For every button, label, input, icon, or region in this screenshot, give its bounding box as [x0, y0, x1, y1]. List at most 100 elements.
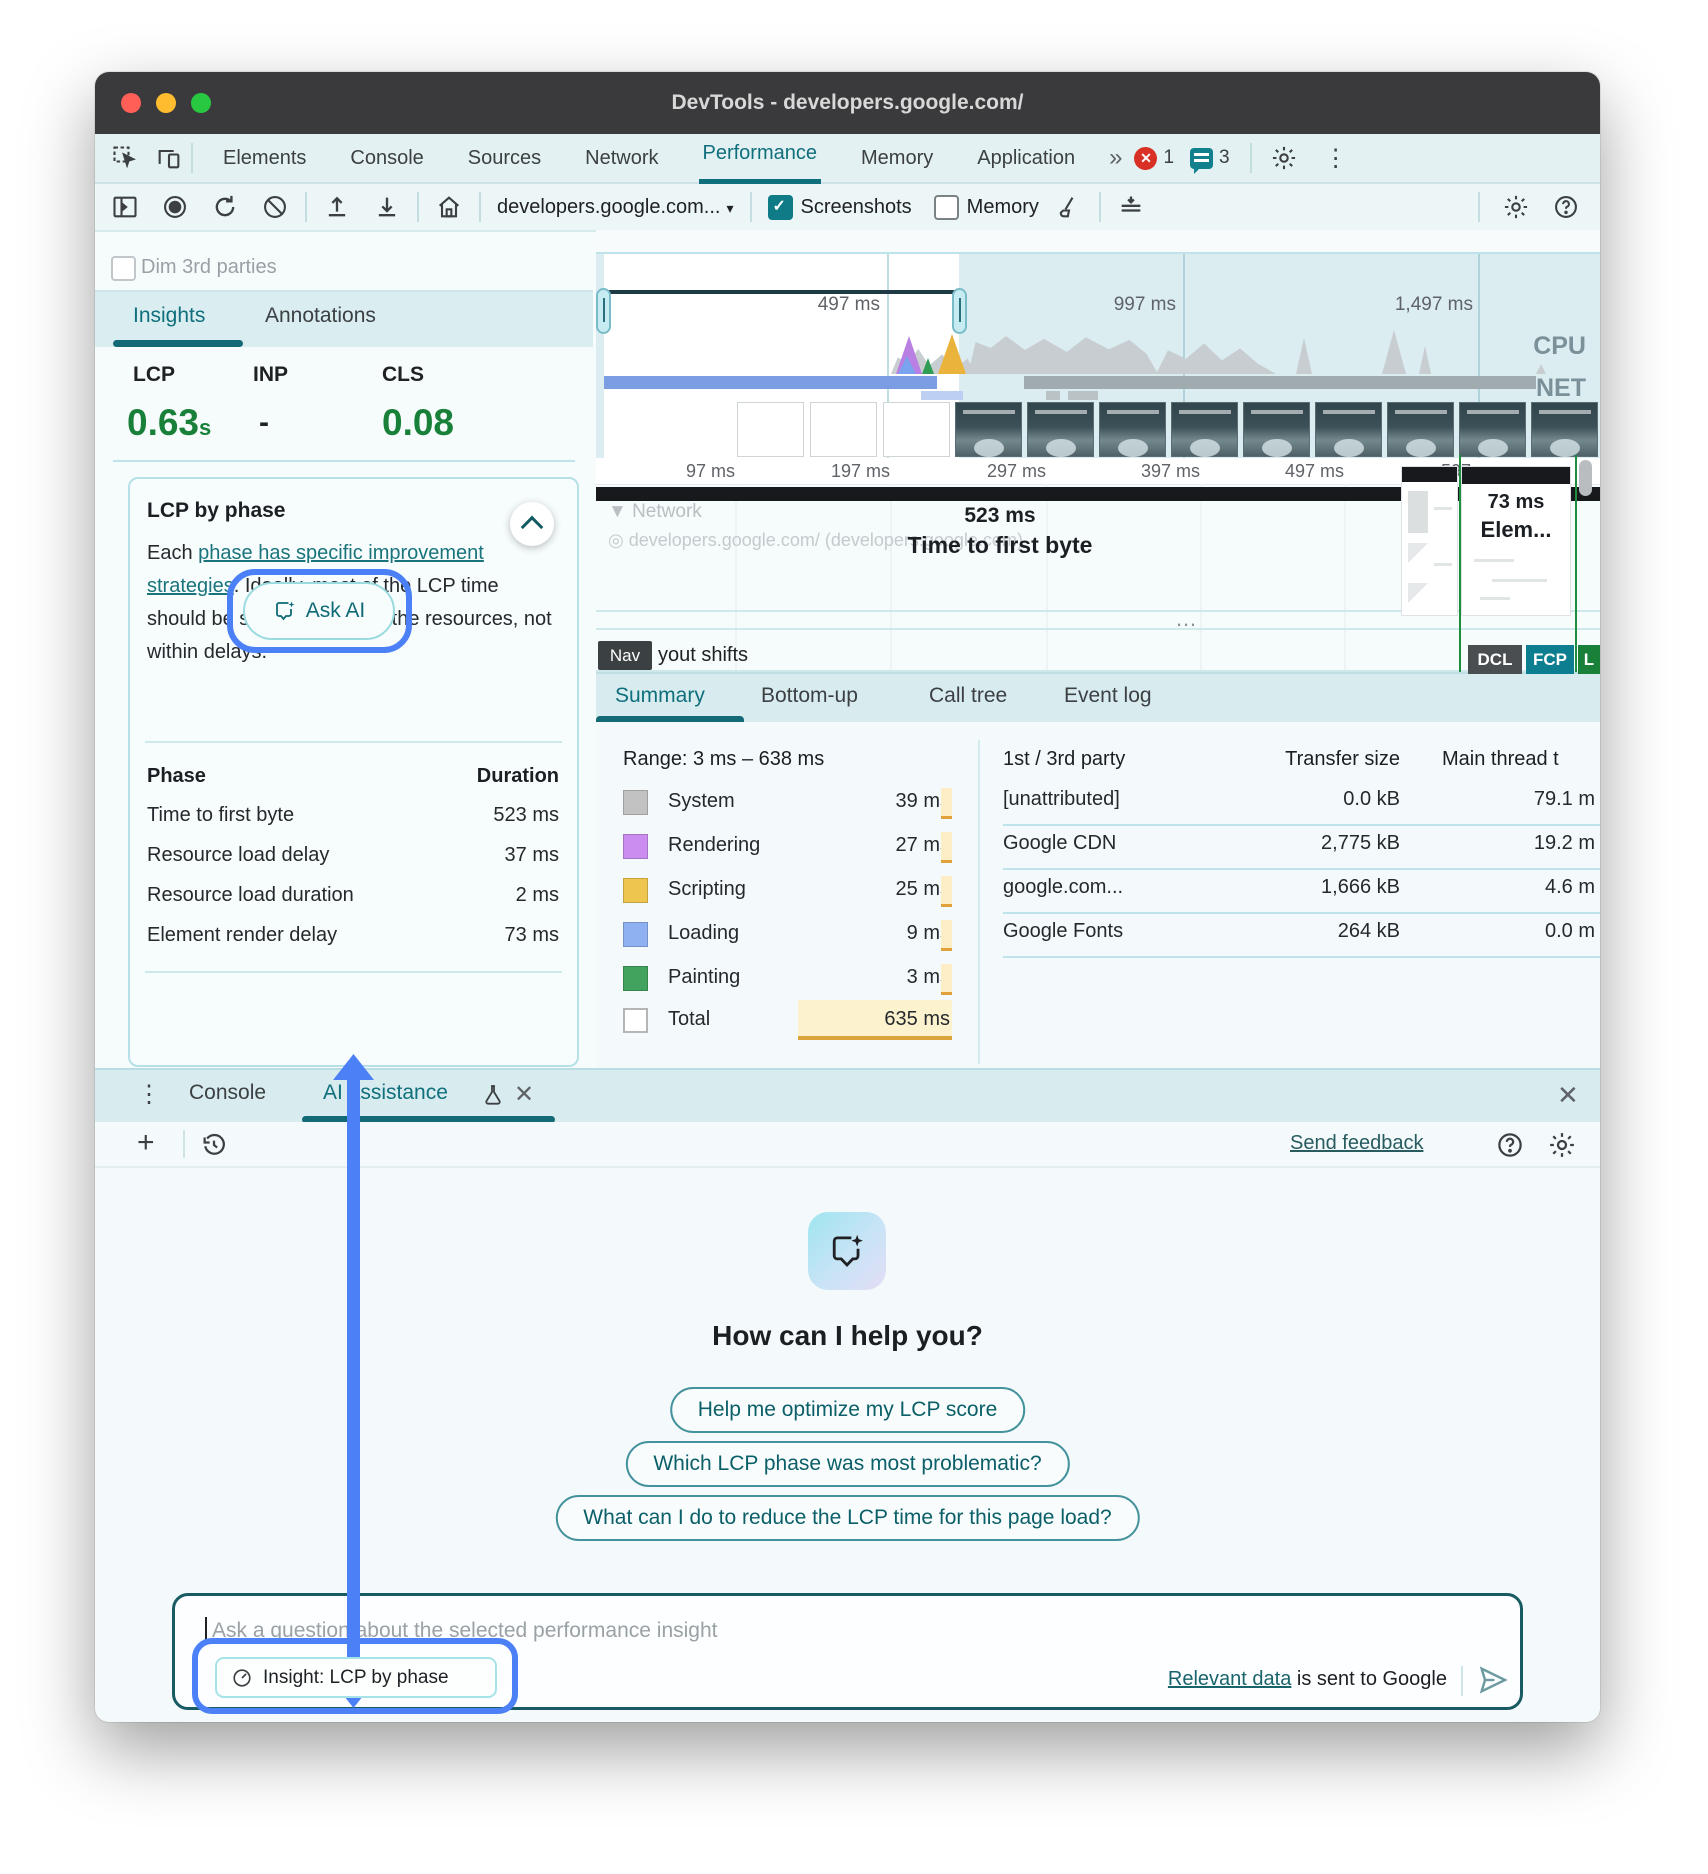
tab-performance[interactable]: Performance — [699, 133, 822, 184]
filmstrip-thumbnail[interactable] — [737, 402, 804, 457]
minimize-window-button[interactable] — [156, 93, 176, 113]
selection-right-handle[interactable] — [952, 288, 967, 334]
timeline-overview[interactable]: 497 ms 997 ms 1,497 ms C — [596, 252, 1600, 460]
relevant-data-link[interactable]: Relevant data — [1168, 1668, 1291, 1690]
new-chat-plus-icon[interactable]: + — [137, 1126, 155, 1160]
panel-settings-gear-icon[interactable] — [1502, 193, 1530, 221]
performance-toolbar: developers.google.com...▾ Screenshots Me… — [95, 184, 1600, 232]
layout-shifts-row-label[interactable]: yout shifts — [658, 644, 748, 667]
menu-dots-icon[interactable]: ⋮ — [1324, 144, 1348, 173]
tab-application[interactable]: Application — [973, 135, 1079, 181]
divider — [1461, 1666, 1463, 1696]
filmstrip-thumbnail[interactable] — [1243, 402, 1310, 457]
issues-badge-icon[interactable] — [1190, 148, 1213, 169]
download-profile-icon[interactable] — [373, 193, 401, 221]
drawer-tab-ai-assistance[interactable]: AI assistance — [323, 1081, 448, 1105]
tab-elements[interactable]: Elements — [219, 135, 310, 181]
vertical-scrollbar[interactable] — [1579, 460, 1592, 496]
filmstrip-thumbnail[interactable] — [1387, 402, 1454, 457]
suggestion-chip-problematic-phase[interactable]: Which LCP phase was most problematic? — [625, 1441, 1069, 1487]
tab-annotations[interactable]: Annotations — [265, 304, 376, 328]
panel-item — [1474, 559, 1514, 562]
suggestion-chip-reduce-lcp[interactable]: What can I do to reduce the LCP time for… — [555, 1495, 1139, 1541]
tab-insights[interactable]: Insights — [133, 304, 205, 328]
tab-console[interactable]: Console — [346, 135, 427, 181]
filmstrip-thumbnail[interactable] — [1171, 402, 1238, 457]
party-main-thread: 4.6 m — [1475, 876, 1595, 899]
help-icon[interactable] — [1552, 193, 1580, 221]
tab-bottom-up[interactable]: Bottom-up — [761, 684, 858, 708]
ai-help-icon[interactable] — [1495, 1130, 1525, 1160]
phase-column-header: Phase — [147, 765, 206, 788]
memory-checkbox[interactable] — [934, 195, 959, 220]
divider — [978, 740, 980, 1064]
suggestion-chip-optimize-lcp[interactable]: Help me optimize my LCP score — [670, 1387, 1026, 1433]
tab-network[interactable]: Network — [581, 135, 662, 181]
panel-tab-bar: Elements Console Sources Network Perform… — [95, 134, 1600, 184]
inspect-icon[interactable] — [111, 144, 139, 172]
send-feedback-link[interactable]: Send feedback — [1290, 1132, 1423, 1155]
error-badge-icon[interactable]: ✕ — [1134, 147, 1157, 170]
tab-summary[interactable]: Summary — [615, 684, 705, 708]
filmstrip-thumbnail[interactable] — [1315, 402, 1382, 457]
zoom-window-button[interactable] — [191, 93, 211, 113]
send-icon[interactable] — [1477, 1664, 1509, 1696]
filmstrip-thumbnail[interactable] — [1099, 402, 1166, 457]
close-tab-icon[interactable]: ✕ — [514, 1080, 534, 1109]
selection-left-handle[interactable] — [596, 288, 611, 334]
ruler-tick-label: 297 ms — [952, 461, 1046, 482]
network-activity-bar — [921, 391, 963, 400]
collapse-insight-button[interactable] — [510, 502, 554, 546]
lcp-metric-label: LCP — [133, 363, 175, 387]
tab-memory[interactable]: Memory — [857, 135, 937, 181]
party-main-thread: 79.1 m — [1475, 788, 1595, 811]
performance-gauge-icon — [231, 1667, 253, 1689]
dim-3rd-parties-label: Dim 3rd parties — [141, 256, 277, 279]
filmstrip-thumbnail[interactable] — [1531, 402, 1598, 457]
filmstrip-thumbnail[interactable] — [1459, 402, 1526, 457]
issue-count: 3 — [1219, 147, 1230, 169]
filmstrip-thumbnail[interactable] — [1027, 402, 1094, 457]
phase-row-name: Resource load duration — [147, 884, 354, 907]
nav-tooltip-badge: Nav — [598, 641, 652, 670]
collapse-sections-icon[interactable] — [1117, 193, 1145, 221]
party-col-header[interactable]: 1st / 3rd party — [1003, 748, 1125, 771]
panel-item — [1492, 579, 1547, 582]
history-icon[interactable] — [199, 1130, 229, 1160]
party-transfer: 264 kB — [1195, 920, 1400, 943]
legend-name: Painting — [668, 966, 740, 989]
clear-icon[interactable] — [261, 193, 289, 221]
value-highlight — [941, 920, 952, 951]
toggle-device-toolbar-icon[interactable] — [155, 144, 183, 172]
filmstrip-thumbnail[interactable] — [810, 402, 877, 457]
party-name: Google Fonts — [1003, 920, 1123, 943]
more-tabs-icon[interactable]: » — [1105, 135, 1126, 181]
transfer-col-header[interactable]: Transfer size — [1195, 748, 1400, 771]
network-track-label[interactable]: ▼ Network — [608, 501, 702, 523]
tab-event-log[interactable]: Event log — [1064, 684, 1152, 708]
home-icon[interactable] — [435, 193, 463, 221]
close-drawer-icon[interactable]: ✕ — [1557, 1080, 1579, 1111]
tab-sources[interactable]: Sources — [464, 135, 545, 181]
filmstrip-thumbnail[interactable] — [955, 402, 1022, 457]
dim-3rd-parties-checkbox[interactable] — [111, 256, 136, 281]
url-dropdown[interactable]: developers.google.com...▾ — [497, 196, 734, 219]
insight-context-chip[interactable]: Insight: LCP by phase — [215, 1657, 497, 1698]
record-icon[interactable] — [161, 193, 189, 221]
main-thread-col-header[interactable]: Main thread t — [1442, 748, 1559, 771]
gc-brush-icon[interactable] — [1055, 193, 1083, 221]
insight-chip-label: Insight: LCP by phase — [263, 1667, 449, 1689]
legend-name: Loading — [668, 922, 739, 945]
settings-gear-icon[interactable] — [1270, 144, 1298, 172]
reload-record-icon[interactable] — [211, 193, 239, 221]
upload-profile-icon[interactable] — [323, 193, 351, 221]
toggle-sidebar-icon[interactable] — [111, 193, 139, 221]
ai-settings-gear-icon[interactable] — [1547, 1130, 1577, 1160]
drawer-menu-dots-icon[interactable]: ⋮ — [137, 1080, 161, 1109]
filmstrip-thumbnail[interactable] — [883, 402, 950, 457]
drawer-tab-console[interactable]: Console — [189, 1081, 266, 1105]
screenshots-checkbox[interactable] — [768, 195, 793, 220]
tab-call-tree[interactable]: Call tree — [929, 684, 1007, 708]
memory-label: Memory — [967, 196, 1039, 219]
close-window-button[interactable] — [121, 93, 141, 113]
